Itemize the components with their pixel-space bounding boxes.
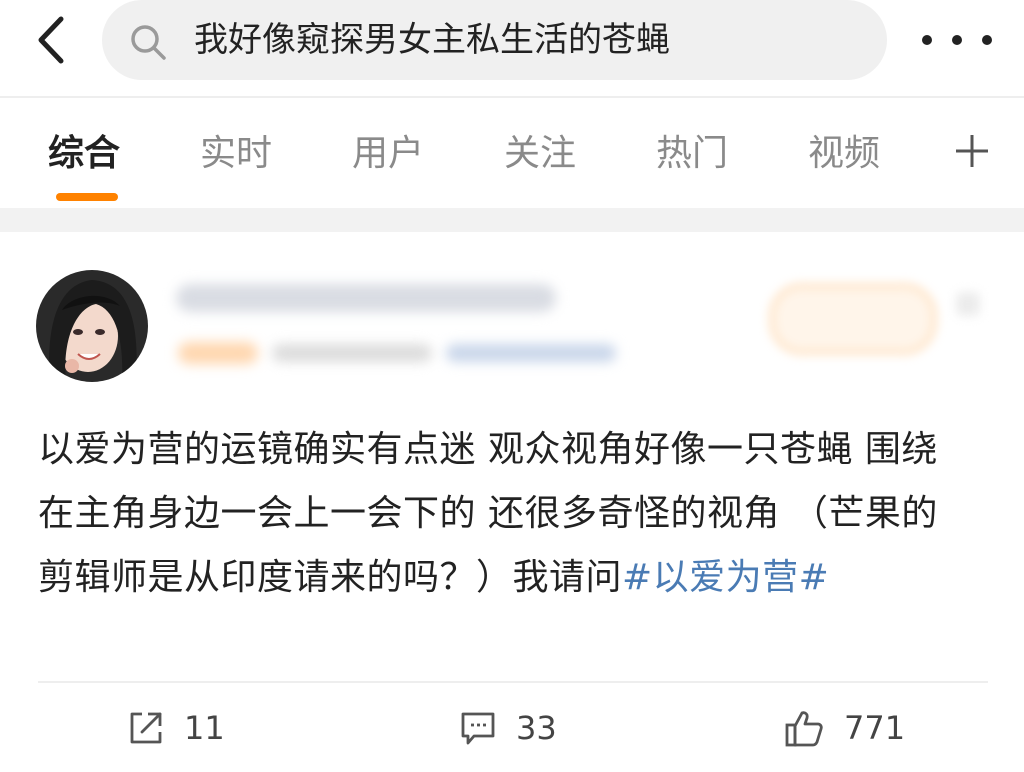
like-count: 771 (844, 709, 906, 747)
tab-comprehensive[interactable]: 综合 (48, 132, 120, 176)
search-icon (131, 25, 166, 60)
tab-video[interactable]: 视频 (808, 132, 880, 176)
more-dots-icon (982, 35, 992, 45)
hashtag-link[interactable]: #以爱为营# (622, 557, 829, 598)
search-input[interactable]: 我好像窥探男女主私生活的苍蝇 (102, 0, 887, 80)
share-icon (130, 712, 162, 744)
tab-following[interactable]: 关注 (504, 132, 576, 176)
divider (38, 681, 988, 683)
avatar-image (36, 270, 148, 382)
comment-count: 33 (516, 709, 557, 747)
username-blurred[interactable] (176, 284, 556, 312)
post-card: 以爱为营的运镜确实有点迷 观众视角好像一只苍蝇 围绕在主角身边一会上一会下的 还… (0, 232, 1024, 772)
post-time-blurred (272, 344, 432, 362)
chevron-left-icon (38, 16, 64, 64)
add-tab-button[interactable] (950, 126, 994, 176)
avatar[interactable] (36, 270, 148, 382)
active-tab-indicator (56, 193, 118, 201)
repost-count: 11 (184, 709, 225, 747)
post-source-blurred (446, 344, 616, 362)
tab-bar: 综合 实时 用户 关注 热门 视频 (0, 98, 1024, 208)
comment-icon (461, 712, 495, 745)
repost-button[interactable]: 11 (128, 706, 225, 750)
more-dots-icon (952, 35, 962, 45)
more-dots-icon (922, 35, 932, 45)
back-button[interactable] (22, 10, 78, 70)
tab-realtime[interactable]: 实时 (200, 132, 272, 176)
top-bar: 我好像窥探男女主私生活的苍蝇 (0, 0, 1024, 98)
section-gap (0, 208, 1024, 232)
post-menu-blurred[interactable] (956, 292, 980, 316)
like-button[interactable]: 771 (784, 706, 905, 750)
thumbs-up-icon (785, 711, 823, 747)
more-button[interactable] (922, 22, 992, 58)
post-content: 以爱为营的运镜确实有点迷 观众视角好像一只苍蝇 围绕在主角身边一会上一会下的 还… (38, 418, 973, 610)
search-query-text: 我好像窥探男女主私生活的苍蝇 (194, 20, 670, 60)
follow-button-blurred[interactable] (770, 284, 936, 354)
tab-hot[interactable]: 热门 (656, 132, 728, 176)
user-badge-blurred (178, 342, 258, 364)
tab-users[interactable]: 用户 (352, 132, 424, 176)
plus-icon (956, 135, 988, 167)
comment-button[interactable]: 33 (460, 706, 557, 750)
